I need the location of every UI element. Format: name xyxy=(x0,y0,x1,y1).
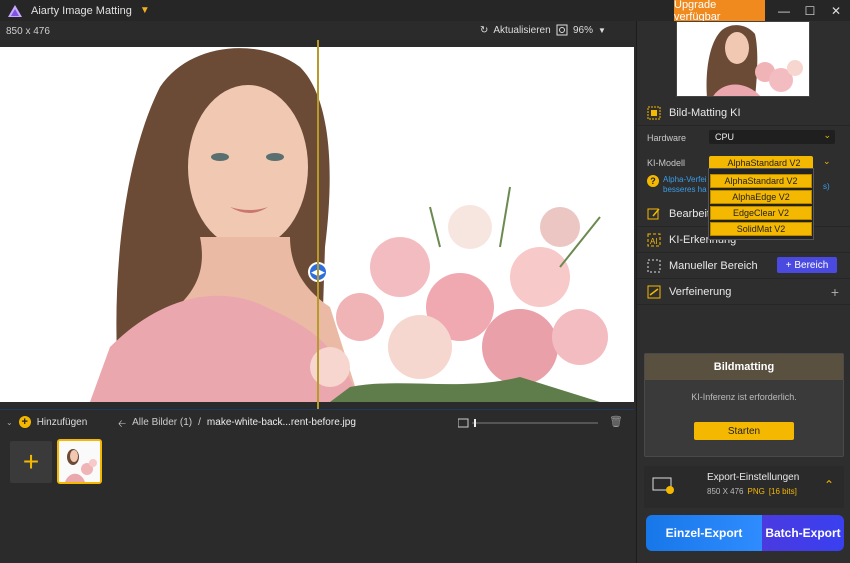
app-window: Aiarty Image Matting ▼ Upgrade verfügbar… xyxy=(0,0,850,563)
maximize-icon[interactable]: ☐ xyxy=(796,0,824,21)
chevron-down-icon: ▼ xyxy=(598,25,606,35)
refine-section: Verfeinerung + xyxy=(637,279,850,305)
refine-icon xyxy=(647,285,661,298)
add-images-button[interactable]: ⌄ + Hinzufügen xyxy=(6,416,87,428)
bottom-toolbar: ⌄ + Hinzufügen 🡠 Alle Bilder (1) / make-… xyxy=(0,409,634,435)
zoom-fit-icon xyxy=(556,24,568,36)
compare-divider[interactable] xyxy=(317,40,319,409)
svg-text:AI: AI xyxy=(650,237,658,246)
model-option[interactable]: AlphaEdge V2 xyxy=(710,190,812,204)
image-dimensions: 850 x 476 xyxy=(6,26,50,37)
matting-card-subtitle: KI-Inferenz ist erforderlich. xyxy=(691,392,797,402)
hardware-select[interactable]: CPU ⌄ xyxy=(709,130,835,144)
app-logo-icon xyxy=(8,4,22,17)
thumbnail-strip: + xyxy=(0,435,634,563)
model-label: KI-Modell xyxy=(647,158,686,168)
model-option[interactable]: EdgeClear V2 xyxy=(710,206,812,220)
title-bar: Aiarty Image Matting ▼ Upgrade verfügbar… xyxy=(0,0,850,23)
upgrade-button[interactable]: Upgrade verfügbar xyxy=(674,0,765,23)
batch-export-button[interactable]: Batch-Export xyxy=(762,515,844,551)
matting-ai-header[interactable]: Bild-Matting KI xyxy=(637,100,850,126)
export-format: PNG xyxy=(747,487,765,496)
hardware-label: Hardware xyxy=(647,133,687,143)
all-images-link[interactable]: Alle Bilder (1) xyxy=(132,417,192,434)
hardware-value: CPU xyxy=(715,132,735,142)
add-label: Hinzufügen xyxy=(36,416,88,428)
export-settings-icon xyxy=(652,477,674,494)
preview-image xyxy=(676,21,810,97)
add-area-button[interactable]: + Bereich xyxy=(777,257,837,273)
chevron-down-icon[interactable]: ⌄ xyxy=(823,156,831,167)
hint-tail: s) xyxy=(823,182,830,191)
add-image-tile[interactable]: + xyxy=(10,441,52,483)
zoom-label: 96% xyxy=(573,24,594,36)
image-thumbnail[interactable] xyxy=(57,439,102,484)
close-icon[interactable]: ✕ xyxy=(822,0,850,21)
breadcrumb-separator: / xyxy=(198,417,201,428)
model-hint: ? Alpha-Verfei besseres ha xyxy=(647,175,715,195)
file-name: make-white-back...rent-before.jpg xyxy=(206,417,356,428)
ai-matting-icon xyxy=(647,106,661,119)
matting-card: Bildmatting KI-Inferenz ist erforderlich… xyxy=(644,353,844,457)
model-option[interactable]: AlphaStandard V2 xyxy=(710,174,812,188)
settings-panel: Bild-Matting KI Hardware CPU ⌄ KI-Modell… xyxy=(636,21,850,563)
chevron-down-icon: ⌄ xyxy=(6,417,13,427)
model-option[interactable]: SolidMat V2 xyxy=(710,222,812,236)
refresh-button[interactable]: ↻ Aktualisieren xyxy=(480,25,551,36)
matting-ai-title: Bild-Matting KI xyxy=(669,106,741,119)
manual-area-section: Manueller Bereich + Bereich xyxy=(637,253,850,279)
back-arrow-icon[interactable]: 🡠 xyxy=(118,417,126,434)
plus-icon[interactable]: + xyxy=(831,284,839,300)
trash-icon[interactable]: 🗑 xyxy=(609,415,623,428)
chevron-up-icon[interactable]: ⌃ xyxy=(824,478,834,492)
matting-card-title: Bildmatting xyxy=(645,354,843,380)
chevron-down-icon: ⌄ xyxy=(823,130,831,140)
app-title: Aiarty Image Matting xyxy=(31,4,132,17)
export-settings-title: Export-Einstellungen xyxy=(707,472,800,483)
question-icon[interactable]: ? xyxy=(647,175,659,187)
export-dims: 850 X 476 xyxy=(707,487,744,496)
edit-icon xyxy=(647,208,660,219)
chevron-down-icon[interactable]: ▼ xyxy=(140,5,150,16)
export-bits: [16 bits] xyxy=(768,487,797,496)
selection-icon xyxy=(647,259,661,272)
export-settings[interactable]: Export-Einstellungen 850 X 476 PNG [16 b… xyxy=(644,466,844,508)
refine-header[interactable]: Verfeinerung xyxy=(637,279,850,305)
single-export-button[interactable]: Einzel-Export xyxy=(646,515,762,551)
thumbnail-size-slider[interactable] xyxy=(458,418,598,428)
ai-detect-icon: AI xyxy=(647,233,661,246)
zoom-control[interactable]: 96% ▼ xyxy=(556,24,606,36)
plus-icon: + xyxy=(18,416,31,428)
start-button[interactable]: Starten xyxy=(694,422,794,440)
manual-area-title: Manueller Bereich xyxy=(669,259,758,272)
refine-title: Verfeinerung xyxy=(669,285,732,298)
refresh-label: Aktualisieren xyxy=(493,25,551,36)
model-dropdown: AlphaStandard V2 AlphaEdge V2 EdgeClear … xyxy=(708,168,814,240)
minimize-icon[interactable]: — xyxy=(770,0,798,21)
model-value: AlphaStandard V2 xyxy=(727,158,801,168)
breadcrumb: 🡠 Alle Bilder (1) / make-white-back...re… xyxy=(118,417,356,434)
export-meta: 850 X 476 PNG [16 bits] xyxy=(707,487,797,496)
refresh-icon: ↻ xyxy=(480,25,489,36)
